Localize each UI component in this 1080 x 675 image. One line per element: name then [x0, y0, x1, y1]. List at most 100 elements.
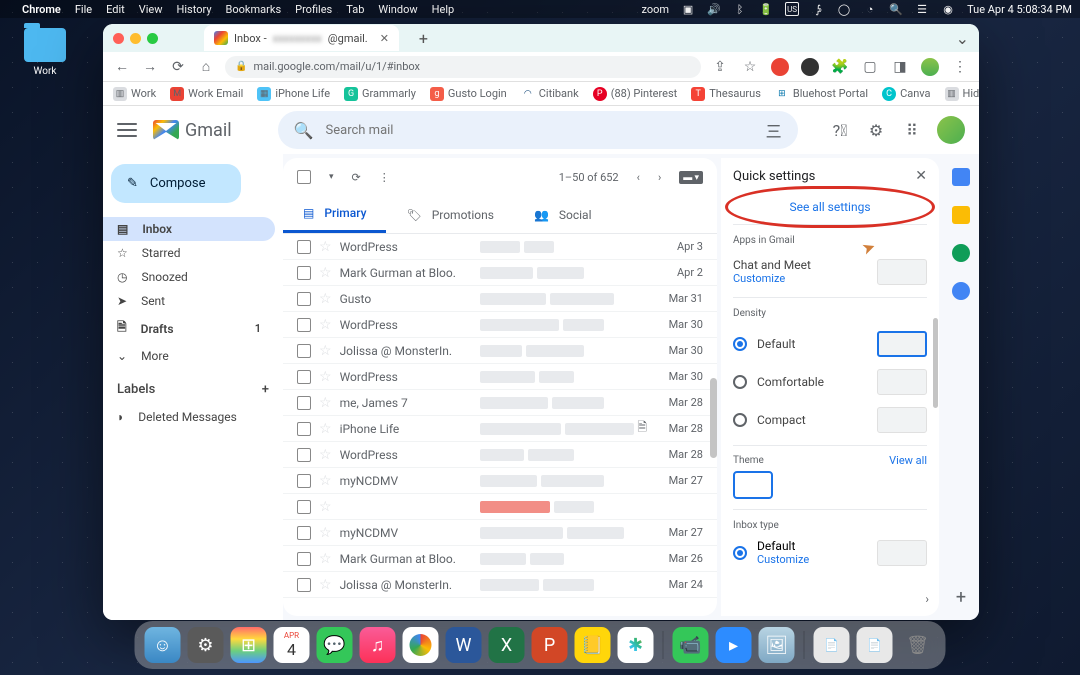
- row-checkbox[interactable]: [297, 474, 311, 488]
- search-mail-box[interactable]: 🔍 ㆔: [278, 111, 798, 149]
- sidebar-item-more[interactable]: ⌄More: [103, 344, 275, 368]
- siri-icon[interactable]: ◉: [941, 2, 955, 16]
- mail-row[interactable]: ☆myNCDMVMar 27: [283, 520, 717, 546]
- dock-facetime[interactable]: 📹: [673, 627, 709, 663]
- bookmark-pinterest[interactable]: P(88) Pinterest: [593, 87, 678, 101]
- prev-page-icon[interactable]: ‹: [637, 171, 640, 184]
- cast-icon[interactable]: ▢: [861, 58, 879, 76]
- tabs-overflow-icon[interactable]: ⌄: [956, 29, 969, 48]
- dock-messages[interactable]: 💬: [317, 627, 353, 663]
- row-checkbox[interactable]: [297, 526, 311, 540]
- dock-trash[interactable]: 🗑: [900, 627, 936, 663]
- mail-row[interactable]: ☆WordPressMar 30: [283, 312, 717, 338]
- control-center-icon[interactable]: ☰: [915, 2, 929, 16]
- menu-window[interactable]: Window: [378, 3, 417, 16]
- menu-bookmarks[interactable]: Bookmarks: [226, 3, 282, 16]
- select-dropdown-icon[interactable]: ▾: [329, 172, 334, 182]
- user-icon[interactable]: ◯: [837, 2, 851, 16]
- dock-slack[interactable]: ✱: [618, 627, 654, 663]
- bookmark-hidden-gems[interactable]: ▥Hidden Gems: [945, 87, 979, 101]
- mail-row[interactable]: ☆myNCDMVMar 27: [283, 468, 717, 494]
- row-checkbox[interactable]: [297, 578, 311, 592]
- scrollbar-thumb[interactable]: [710, 378, 717, 458]
- mail-row[interactable]: ☆GustoMar 31: [283, 286, 717, 312]
- menu-tab[interactable]: Tab: [346, 3, 364, 16]
- menu-edit[interactable]: Edit: [106, 3, 125, 16]
- select-all-checkbox[interactable]: [297, 170, 311, 184]
- tasks-app-icon[interactable]: [952, 244, 970, 262]
- sidebar-item-drafts[interactable]: 🗎Drafts1: [103, 313, 275, 344]
- bookmark-work[interactable]: ▥Work: [113, 87, 156, 101]
- main-menu-button[interactable]: [117, 123, 137, 137]
- more-actions-icon[interactable]: ⋮: [379, 171, 390, 184]
- mail-row[interactable]: ☆WordPressMar 28: [283, 442, 717, 468]
- bookmark-gusto[interactable]: gGusto Login: [430, 87, 507, 101]
- mail-row[interactable]: ☆Mark Gurman at Bloo.Apr 2: [283, 260, 717, 286]
- row-checkbox[interactable]: [297, 240, 311, 254]
- forward-button[interactable]: →: [141, 58, 159, 76]
- row-checkbox[interactable]: [297, 500, 311, 514]
- bookmark-thesaurus[interactable]: TThesaurus: [691, 87, 761, 101]
- profile-avatar-icon[interactable]: [921, 58, 939, 76]
- bookmark-bluehost[interactable]: ⊞Bluehost Portal: [775, 87, 868, 101]
- row-star-icon[interactable]: ☆: [319, 473, 332, 489]
- extension-icon-1[interactable]: [771, 58, 789, 76]
- dock-settings[interactable]: ⚙: [188, 627, 224, 663]
- add-label-icon[interactable]: +: [262, 382, 269, 397]
- row-star-icon[interactable]: ☆: [319, 577, 332, 593]
- bookmark-canva[interactable]: CCanva: [882, 87, 930, 101]
- row-checkbox[interactable]: [297, 422, 311, 436]
- mail-row[interactable]: ☆iPhone Life🗎Mar 28: [283, 416, 717, 442]
- bookmark-star-icon[interactable]: ☆: [741, 58, 759, 76]
- back-button[interactable]: ←: [113, 58, 131, 76]
- row-star-icon[interactable]: ☆: [319, 525, 332, 541]
- sidebar-label-deleted[interactable]: ◗Deleted Messages: [103, 405, 275, 429]
- theme-thumbnail[interactable]: [733, 471, 773, 499]
- density-compact[interactable]: Compact: [733, 401, 927, 439]
- bookmark-citibank[interactable]: ◠Citibank: [521, 87, 579, 101]
- menu-help[interactable]: Help: [432, 3, 455, 16]
- row-checkbox[interactable]: [297, 552, 311, 566]
- search-input[interactable]: [326, 123, 754, 138]
- customize-inbox-link[interactable]: Customize: [757, 553, 809, 566]
- row-checkbox[interactable]: [297, 318, 311, 332]
- volume-icon[interactable]: 🔊: [707, 2, 721, 16]
- density-default[interactable]: Default: [733, 325, 927, 363]
- settings-scrollbar[interactable]: [933, 318, 938, 408]
- menu-profiles[interactable]: Profiles: [295, 3, 332, 16]
- calendar-app-icon[interactable]: [952, 168, 970, 186]
- mail-row[interactable]: ☆: [283, 494, 717, 520]
- row-star-icon[interactable]: ☆: [319, 317, 332, 333]
- row-star-icon[interactable]: ☆: [319, 551, 332, 567]
- tab-primary[interactable]: ▤Primary: [283, 196, 386, 233]
- dock-notes[interactable]: 📒: [575, 627, 611, 663]
- row-star-icon[interactable]: ☆: [319, 499, 332, 515]
- add-addon-icon[interactable]: +: [952, 588, 970, 606]
- mail-row[interactable]: ☆me, James 7Mar 28: [283, 390, 717, 416]
- dock-document-1[interactable]: 📄: [814, 627, 850, 663]
- settings-gear-icon[interactable]: ⚙: [865, 119, 887, 141]
- spotlight-icon[interactable]: 🔍: [889, 2, 903, 16]
- row-checkbox[interactable]: [297, 266, 311, 280]
- share-icon[interactable]: ⇪: [711, 58, 729, 76]
- extension-icon-2[interactable]: [801, 58, 819, 76]
- new-tab-button[interactable]: +: [419, 29, 428, 48]
- account-avatar[interactable]: [937, 116, 965, 144]
- dock-calendar[interactable]: APR4: [274, 627, 310, 663]
- sidepanel-icon[interactable]: ◨: [891, 58, 909, 76]
- compose-button[interactable]: ✎ Compose: [111, 164, 241, 203]
- input-tools-icon[interactable]: ▬ ▾: [679, 171, 703, 184]
- bookmark-iphone-life[interactable]: ▦iPhone Life: [257, 87, 330, 101]
- chevron-right-icon[interactable]: ›: [925, 592, 929, 606]
- sidebar-item-snoozed[interactable]: ◷Snoozed: [103, 265, 275, 289]
- mail-list[interactable]: ☆WordPressApr 3☆Mark Gurman at Bloo.Apr …: [283, 234, 717, 616]
- menu-history[interactable]: History: [177, 3, 212, 16]
- desktop-folder-work[interactable]: Work: [20, 28, 70, 77]
- dock-word[interactable]: W: [446, 627, 482, 663]
- menu-file[interactable]: File: [75, 3, 92, 16]
- extensions-puzzle-icon[interactable]: 🧩: [831, 58, 849, 76]
- tab-close-icon[interactable]: ✕: [380, 32, 389, 45]
- app-name[interactable]: Chrome: [22, 3, 61, 16]
- view-all-themes-link[interactable]: View all: [889, 454, 927, 467]
- support-icon[interactable]: ?⃝: [829, 119, 851, 141]
